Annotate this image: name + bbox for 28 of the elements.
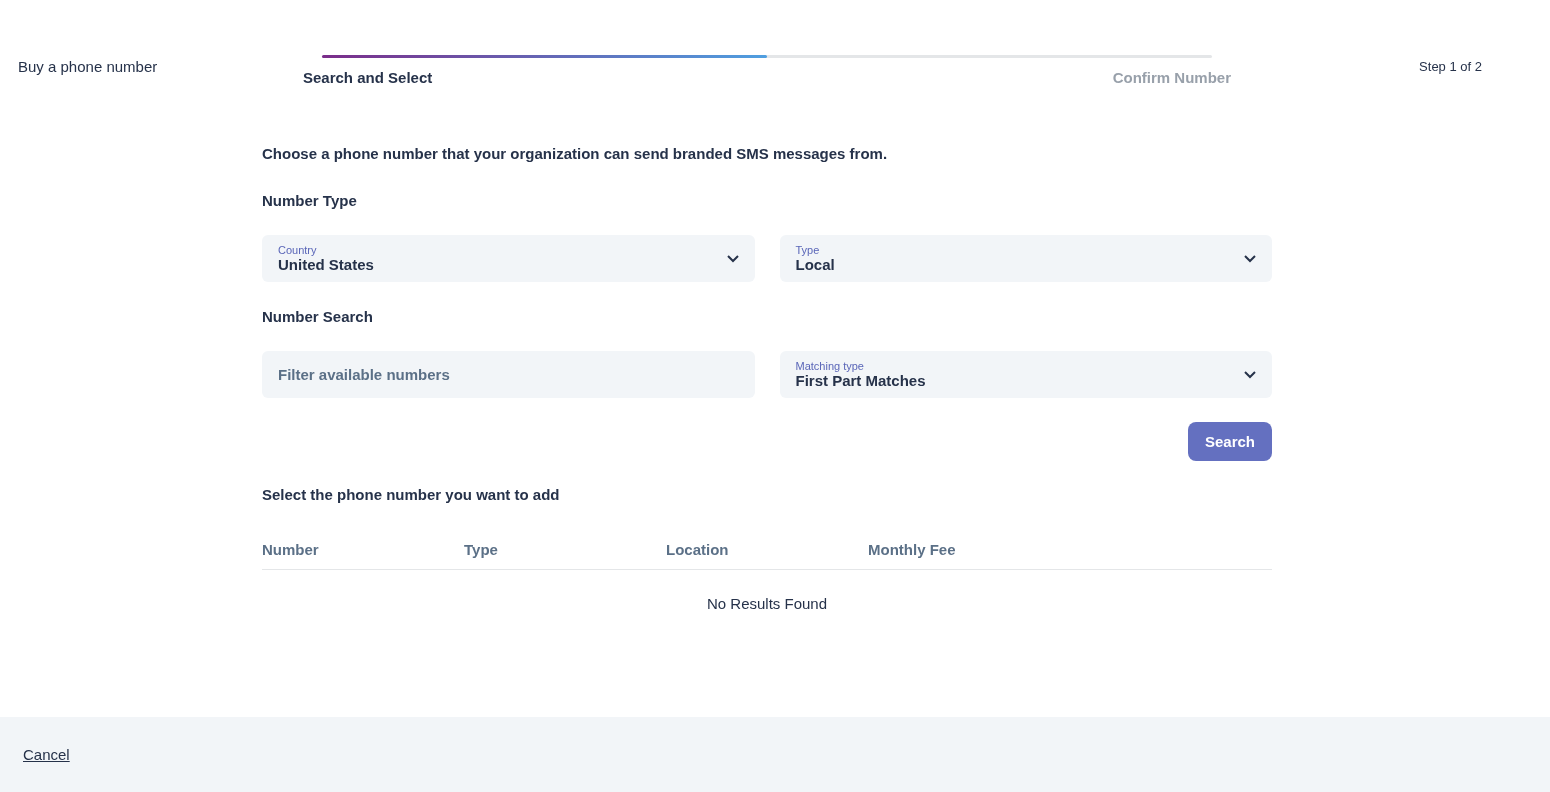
column-header: Location (666, 541, 730, 558)
field-label: Matching type (795, 360, 865, 372)
column-header: Monthly Fee (868, 541, 957, 558)
chevron-down-icon (1244, 254, 1256, 263)
input-field[interactable]: Filter available numbers (262, 351, 755, 398)
section-heading: Number Type (262, 192, 358, 209)
field-label: Type (795, 244, 821, 256)
step-label: Confirm Number (1112, 69, 1231, 86)
select-field[interactable]: Type Local (779, 235, 1272, 282)
chevron-down-icon (726, 254, 739, 263)
column-header: Number (262, 541, 320, 558)
field-label: Country (278, 244, 318, 256)
search-button[interactable]: Search (1187, 422, 1272, 461)
cancel-link[interactable]: Cancel (23, 746, 70, 763)
field-value: Local (795, 256, 835, 273)
column-header: Type (464, 541, 499, 558)
select-field[interactable]: Matching type First Part Matches (779, 351, 1272, 398)
section-heading: Select the phone number you want to add (262, 486, 561, 503)
chevron-down-icon (1244, 370, 1256, 379)
field-value: United States (278, 256, 374, 273)
section-heading: Number Search (262, 308, 374, 325)
intro-text: Choose a phone number that your organization can send branded SMS messages from. (262, 145, 889, 162)
page-title: Buy a phone number (17, 57, 159, 75)
field-value: First Part Matches (795, 372, 926, 389)
empty-message: No Results Found (706, 595, 828, 612)
select-field[interactable]: Country United States (262, 235, 755, 282)
step-counter: Step 1 of 2 (1419, 58, 1483, 74)
step-label: Search and Select (303, 69, 433, 86)
